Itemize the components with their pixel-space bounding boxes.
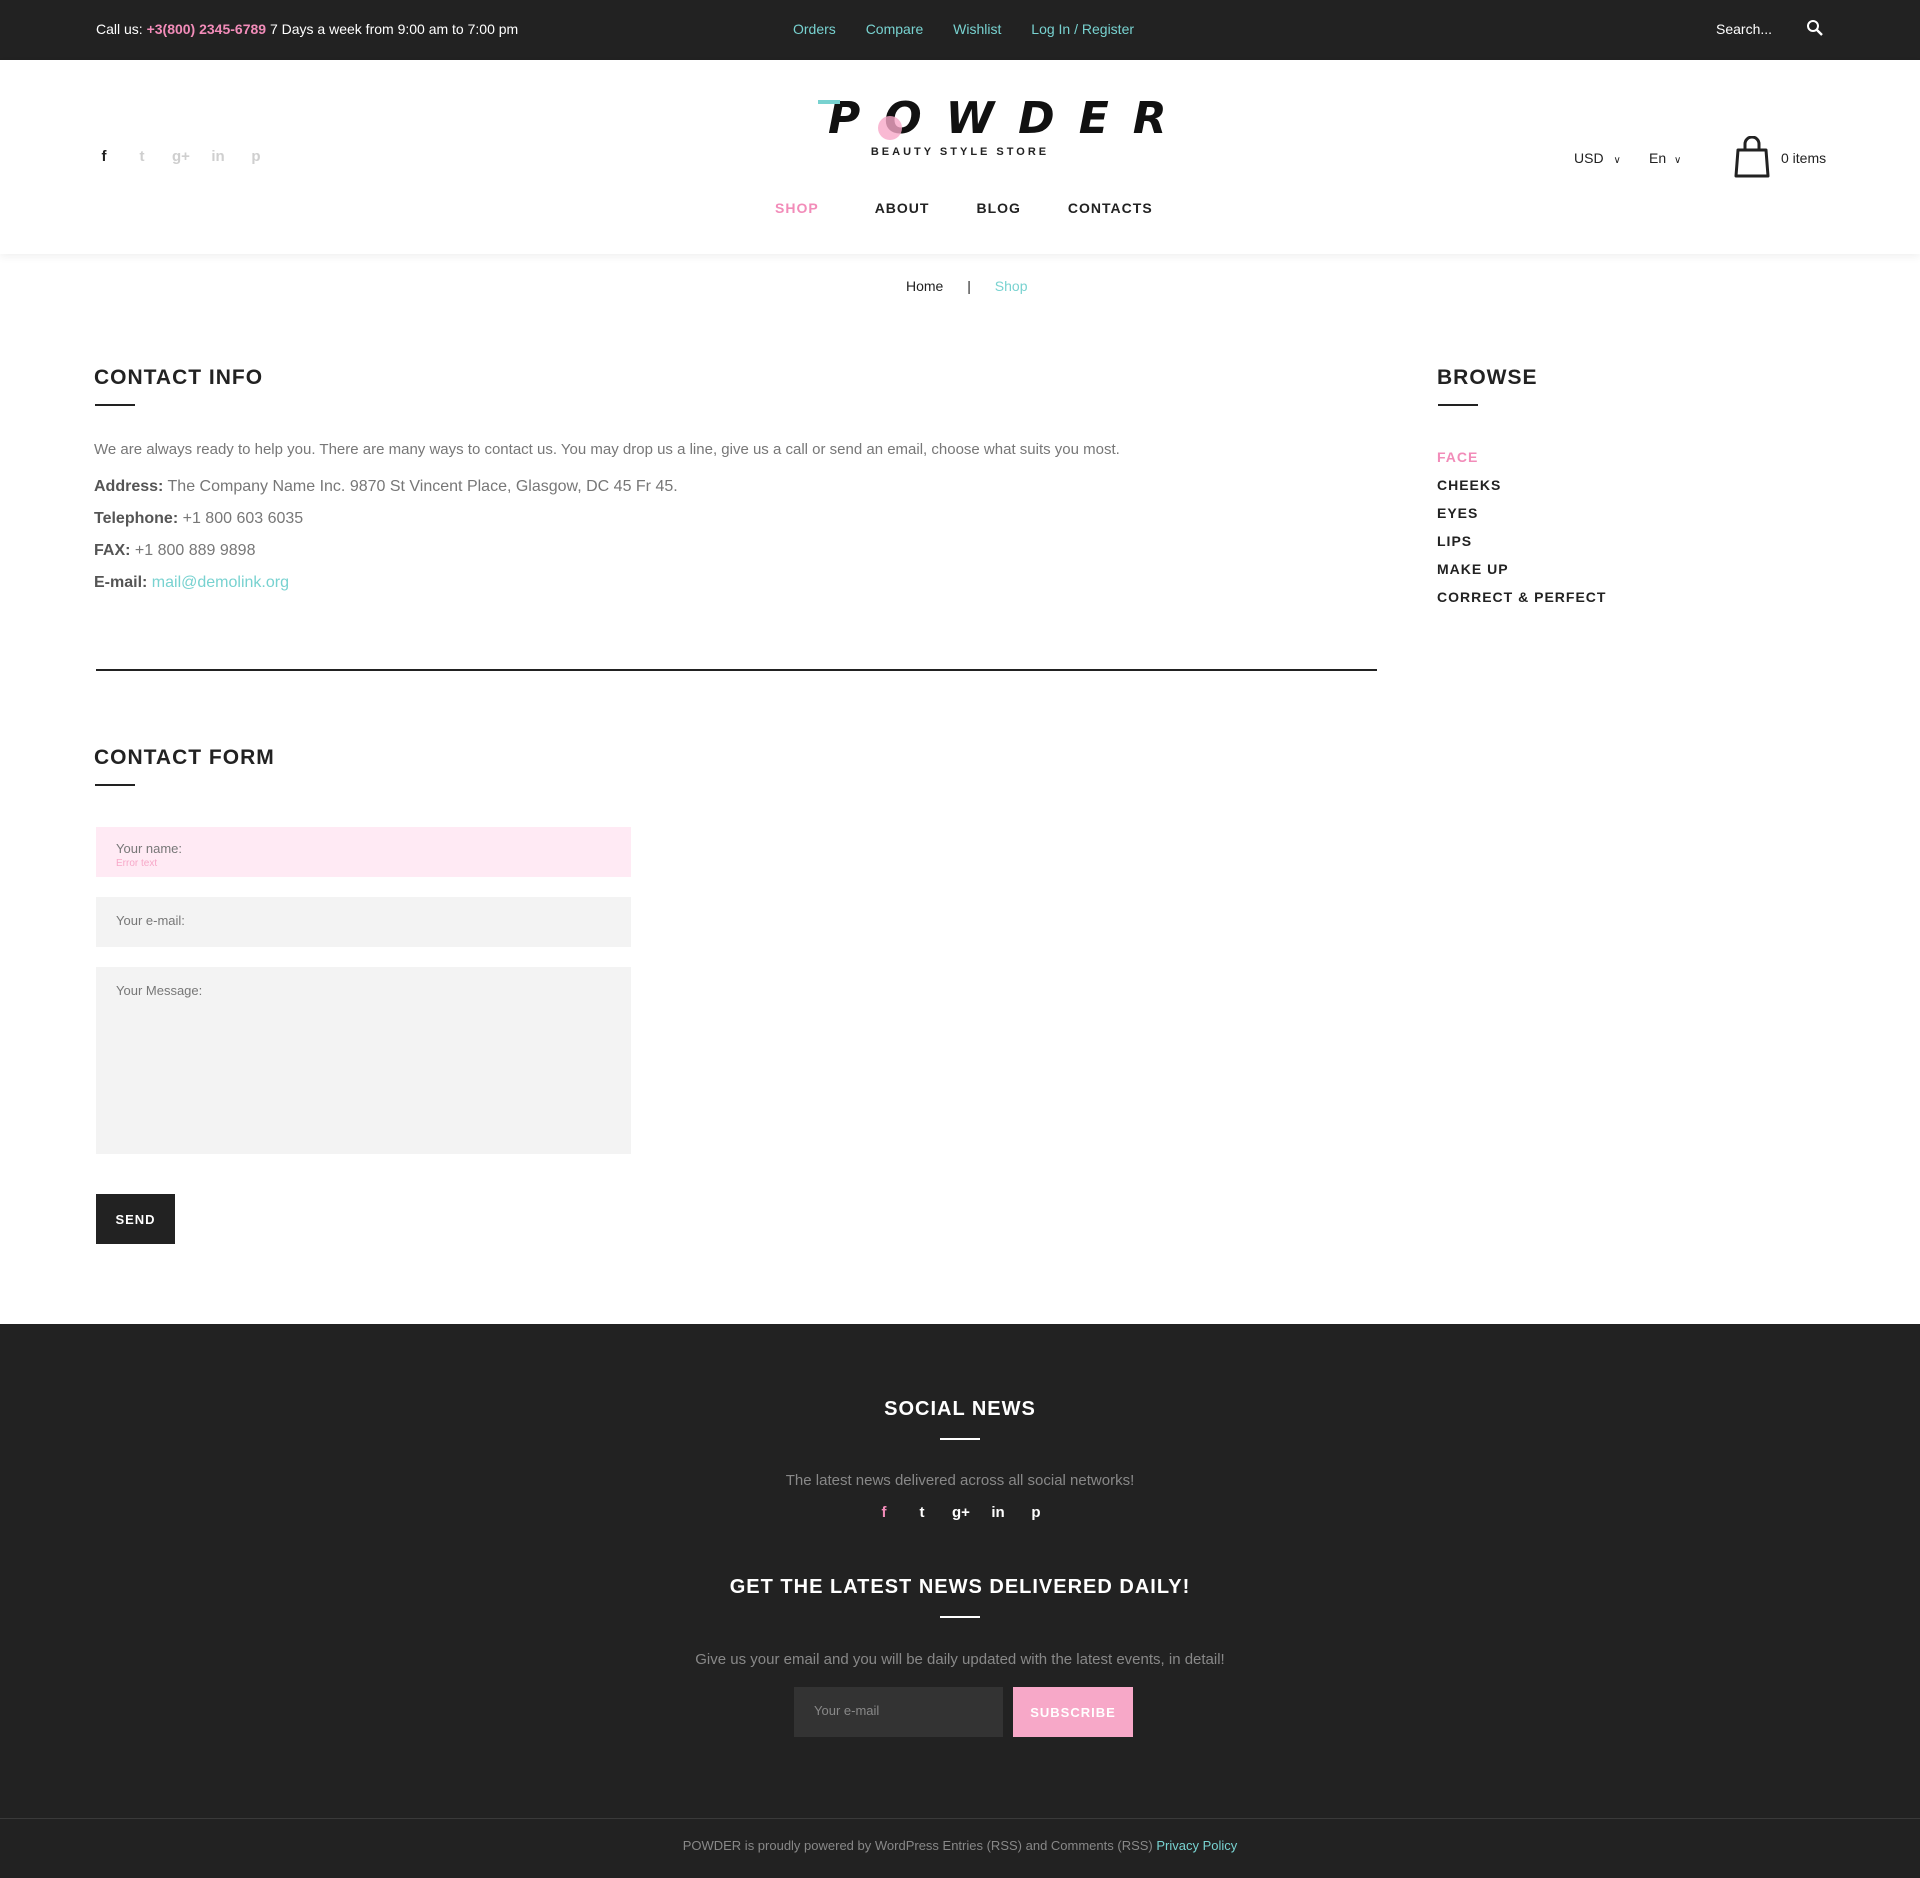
email-link[interactable]: mail@demolink.org [152,574,289,591]
browse-item-correct-perfect[interactable]: CORRECT & PERFECT [1437,583,1606,611]
top-links: Orders Compare Wishlist Log In / Registe… [793,21,1160,37]
message-textarea[interactable]: Your Message: [96,967,631,1154]
logo-accent [818,100,840,104]
telephone-label: Telephone: [94,510,179,527]
newsletter-title: GET THE LATEST NEWS DELIVERED DAILY! [729,1576,1191,1598]
fax-label: FAX: [94,542,131,559]
name-placeholder: Your name: [116,841,183,856]
nav-shop[interactable]: SHOP [775,200,819,216]
pinterest-icon[interactable]: p [248,148,264,165]
nav-contacts[interactable]: CONTACTS [1068,200,1153,216]
browse-list: FACE CHEEKS EYES LIPS MAKE UP CORRECT & … [1437,443,1606,611]
contact-intro: We are always ready to help you. There a… [94,441,1120,458]
breadcrumb-separator: | [967,278,971,294]
privacy-policy-link[interactable]: Privacy Policy [1156,1838,1237,1853]
google-plus-icon[interactable]: g+ [172,148,190,165]
address-value: The Company Name Inc. 9870 St Vincent Pl… [167,478,678,495]
contact-info-title: CONTACT INFO [94,366,264,389]
logo[interactable]: POWDER BEAUTY STYLE STORE [810,93,1191,158]
site-footer: SOCIAL NEWS The latest news delivered ac… [0,1324,1920,1878]
telephone-value: +1 800 603 6035 [182,510,304,527]
orders-link[interactable]: Orders [793,21,836,37]
breadcrumb-current: Shop [994,278,1028,294]
breadcrumb: Home | Shop [906,278,1027,294]
title-underline [940,1616,980,1618]
send-button[interactable]: SEND [96,1194,175,1244]
search-icon[interactable] [1806,19,1824,37]
name-field[interactable]: Your name: Error text [96,827,631,877]
fax-value: +1 800 889 9898 [134,542,256,559]
email-label: E-mail: [94,574,148,591]
address-label: Address: [94,478,164,495]
contact-form-title: CONTACT FORM [94,746,275,769]
linkedin-icon[interactable]: in [990,1504,1006,1521]
section-divider [96,669,1377,671]
newsletter-email-input[interactable]: Your e-mail [794,1687,1003,1737]
browse-item-lips[interactable]: LIPS [1437,527,1606,555]
subscribe-button[interactable]: SUBSCRIBE [1013,1687,1133,1737]
main-nav: SHOP ABOUT BLOG CONTACTS [775,200,1153,216]
search-input[interactable]: Search... [1716,21,1772,37]
cart-count[interactable]: 0 items [1781,150,1826,166]
telephone-line: Telephone: +1 800 603 6035 [94,510,303,528]
currency-select[interactable]: USD ∨ [1574,150,1621,166]
browse-item-face[interactable]: FACE [1437,443,1606,471]
browse-item-cheeks[interactable]: CHEEKS [1437,471,1606,499]
facebook-icon[interactable]: f [96,148,112,165]
nav-about[interactable]: ABOUT [875,200,930,216]
logo-tagline: BEAUTY STYLE STORE [870,146,1050,158]
email-placeholder: Your e-mail: [116,913,185,928]
message-placeholder: Your Message: [116,983,203,998]
breadcrumb-home[interactable]: Home [906,278,943,294]
pinterest-icon[interactable]: p [1028,1504,1044,1521]
title-underline [1438,404,1478,406]
shopping-bag-icon[interactable] [1734,136,1770,178]
social-news-text: The latest news delivered across all soc… [785,1472,1135,1489]
title-underline [940,1438,980,1440]
title-underline [95,404,135,406]
copyright-text: POWDER is proudly powered by WordPress E… [682,1838,1153,1853]
nav-blog[interactable]: BLOG [976,200,1020,216]
wishlist-link[interactable]: Wishlist [953,21,1001,37]
call-label: Call us: [96,21,143,37]
login-register-link[interactable]: Log In / Register [1031,21,1134,37]
header-socials: f t g+ in p [96,148,264,165]
logo-pink-mark [878,116,902,140]
logo-wordmark: POWDER [828,93,1191,144]
address-line: Address: The Company Name Inc. 9870 St V… [94,478,678,496]
browse-item-eyes[interactable]: EYES [1437,499,1606,527]
twitter-icon[interactable]: t [914,1504,930,1521]
social-news-title: SOCIAL NEWS [884,1398,1036,1420]
facebook-icon[interactable]: f [876,1504,892,1521]
top-bar: Call us: +3(800) 2345-6789 7 Days a week… [0,0,1920,60]
google-plus-icon[interactable]: g+ [952,1504,970,1521]
email-field[interactable]: Your e-mail: [96,897,631,947]
fax-line: FAX: +1 800 889 9898 [94,542,255,560]
title-underline [95,784,135,786]
chevron-down-icon: ∨ [1613,155,1621,166]
newsletter-text: Give us your email and you will be daily… [695,1651,1225,1668]
business-hours: 7 Days a week from 9:00 am to 7:00 pm [269,21,519,37]
name-error-text: Error text [116,858,158,869]
phone-number[interactable]: +3(800) 2345-6789 [147,21,267,37]
browse-item-make-up[interactable]: MAKE UP [1437,555,1606,583]
footer-divider [0,1818,1920,1819]
twitter-icon[interactable]: t [134,148,150,165]
email-line: E-mail: mail@demolink.org [94,574,289,592]
browse-title: BROWSE [1437,366,1538,389]
footer-socials: f t g+ in p [876,1504,1044,1521]
chevron-down-icon: ∨ [1674,155,1682,166]
currency-value: USD [1574,150,1604,166]
call-info: Call us: +3(800) 2345-6789 7 Days a week… [96,21,518,37]
compare-link[interactable]: Compare [866,21,924,37]
site-header: f t g+ in p POWDER BEAUTY STYLE STORE SH… [0,60,1920,254]
linkedin-icon[interactable]: in [210,148,226,165]
language-select[interactable]: En ∨ [1649,150,1681,166]
language-value: En [1649,150,1667,166]
copyright: POWDER is proudly powered by WordPress E… [0,1838,1920,1853]
